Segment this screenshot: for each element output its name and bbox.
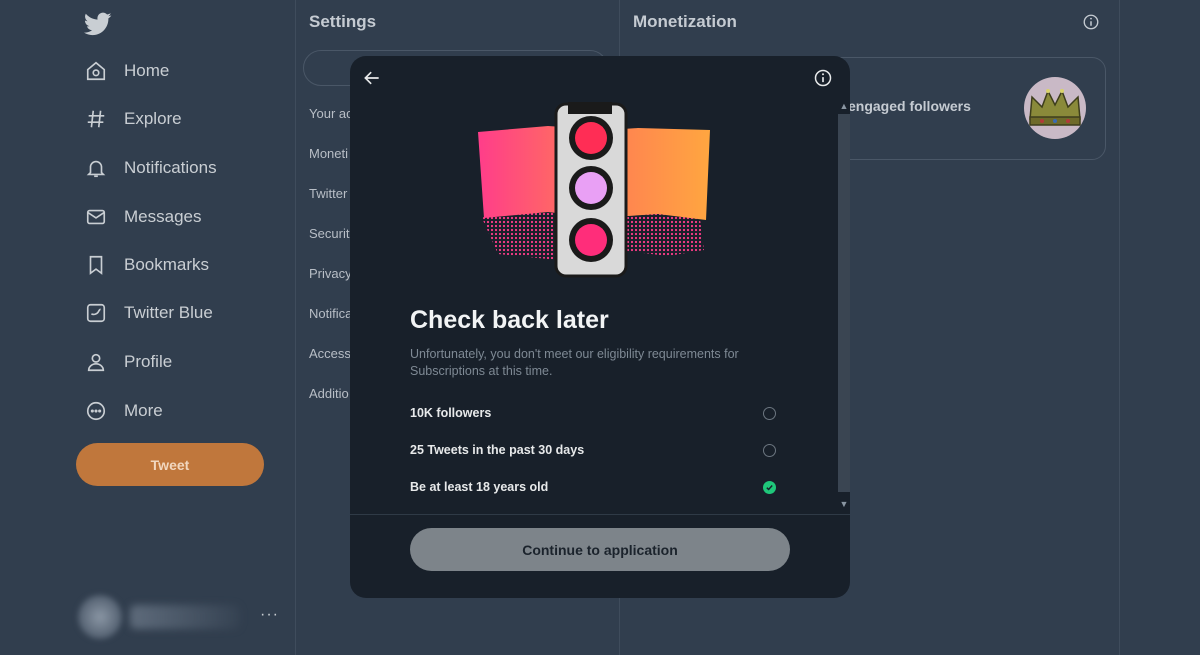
requirement-label: 25 Tweets in the past 30 days (410, 443, 585, 457)
avatar (78, 595, 122, 639)
scroll-up-icon[interactable]: ▲ (838, 100, 850, 112)
check-circle-icon (763, 480, 776, 494)
requirement-label: 10K followers (410, 406, 492, 420)
nav-profile-label: Profile (124, 352, 173, 371)
bookmark-icon (84, 253, 108, 277)
bell-icon (84, 156, 108, 180)
home-icon (84, 59, 108, 83)
nav-more-label: More (124, 401, 163, 420)
scroll-thumb[interactable] (838, 114, 850, 492)
twitter-bird-icon[interactable] (84, 10, 112, 38)
nav-home[interactable]: Home (84, 53, 169, 89)
modal-scrollbar[interactable]: ▲ ▼ (834, 96, 850, 514)
nav-twitter-blue-label: Twitter Blue (124, 303, 213, 322)
subscriptions-card-text: engaged followers (848, 98, 971, 114)
hashtag-icon (84, 107, 108, 131)
column-divider (295, 0, 296, 655)
requirement-age: Be at least 18 years old (410, 480, 776, 494)
account-switcher[interactable]: ··· (78, 592, 278, 642)
nav-explore-label: Explore (124, 109, 182, 128)
envelope-icon (84, 205, 108, 229)
left-sidebar: Home Explore Notifications Messages Book… (0, 0, 296, 655)
nav-profile[interactable]: Profile (84, 344, 172, 380)
nav-home-label: Home (124, 61, 170, 80)
nav-more[interactable]: More (84, 393, 163, 429)
account-name-blurred (130, 605, 240, 629)
nav-notifications-label: Notifications (124, 158, 217, 177)
traffic-light-illustration (478, 102, 710, 278)
scroll-down-icon[interactable]: ▼ (838, 498, 850, 510)
nav-bookmarks-label: Bookmarks (124, 255, 210, 274)
continue-to-application-button[interactable]: Continue to application (410, 528, 790, 571)
modal-footer-divider (350, 514, 850, 515)
unchecked-circle-icon (763, 406, 776, 420)
nav-notifications[interactable]: Notifications (84, 150, 217, 186)
account-more-icon[interactable]: ··· (260, 606, 279, 624)
back-arrow-icon[interactable] (362, 68, 382, 88)
nav-bookmarks[interactable]: Bookmarks (84, 247, 209, 283)
modal-subtitle: Unfortunately, you don't meet our eligib… (410, 347, 739, 378)
unchecked-circle-icon (763, 443, 776, 457)
info-icon[interactable] (1082, 13, 1100, 31)
modal-heading: Check back later (410, 306, 609, 334)
crown-icon (1024, 77, 1086, 139)
nav-messages[interactable]: Messages (84, 199, 201, 235)
person-icon (84, 350, 108, 374)
requirement-followers: 10K followers (410, 406, 776, 420)
requirement-tweets: 25 Tweets in the past 30 days (410, 443, 776, 457)
tweet-button[interactable]: Tweet (76, 443, 264, 486)
nav-explore[interactable]: Explore (84, 101, 182, 137)
twitter-blue-icon (84, 301, 108, 325)
nav-twitter-blue[interactable]: Twitter Blue (84, 295, 213, 331)
more-circle-icon (84, 399, 108, 423)
info-icon[interactable] (813, 68, 833, 88)
monetization-title: Monetization (633, 12, 737, 31)
column-divider (1119, 0, 1120, 655)
settings-title: Settings (309, 12, 377, 31)
eligibility-modal: Check back later Unfortunately, you don'… (350, 56, 850, 598)
requirement-label: Be at least 18 years old (410, 480, 549, 494)
nav-messages-label: Messages (124, 207, 202, 226)
